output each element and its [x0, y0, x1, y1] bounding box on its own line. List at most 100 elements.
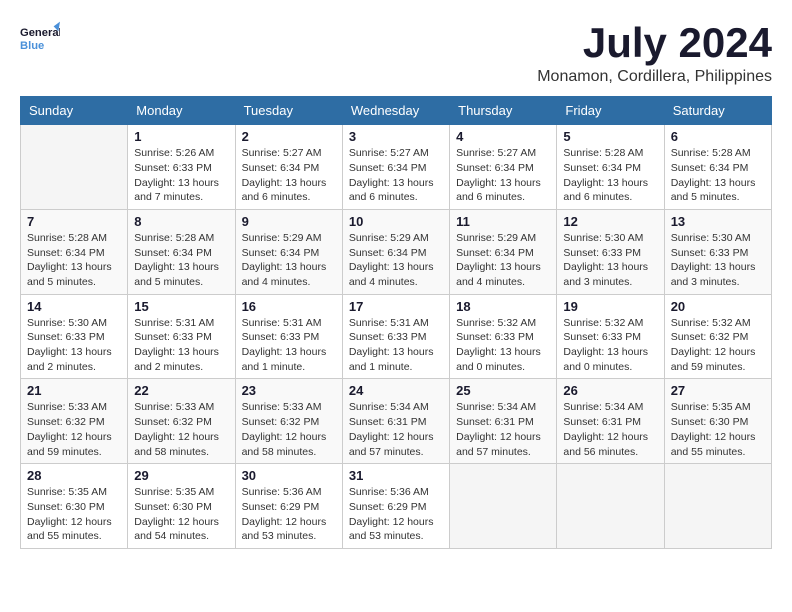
day-info: Sunrise: 5:28 AM Sunset: 6:34 PM Dayligh…	[134, 231, 228, 290]
weekday-header-saturday: Saturday	[664, 97, 771, 125]
calendar-cell: 5 Sunrise: 5:28 AM Sunset: 6:34 PM Daylig…	[557, 125, 664, 210]
day-info: Sunrise: 5:29 AM Sunset: 6:34 PM Dayligh…	[242, 231, 336, 290]
day-info: Sunrise: 5:31 AM Sunset: 6:33 PM Dayligh…	[134, 316, 228, 375]
day-number: 3	[349, 129, 443, 144]
calendar-cell	[21, 125, 128, 210]
day-info: Sunrise: 5:28 AM Sunset: 6:34 PM Dayligh…	[671, 146, 765, 205]
day-info: Sunrise: 5:30 AM Sunset: 6:33 PM Dayligh…	[671, 231, 765, 290]
day-info: Sunrise: 5:27 AM Sunset: 6:34 PM Dayligh…	[242, 146, 336, 205]
weekday-header-friday: Friday	[557, 97, 664, 125]
calendar-cell: 23Sunrise: 5:33 AM Sunset: 6:32 PM Dayli…	[235, 379, 342, 464]
calendar-cell	[557, 464, 664, 549]
calendar-cell: 9 Sunrise: 5:29 AM Sunset: 6:34 PM Daylig…	[235, 209, 342, 294]
weekday-header-sunday: Sunday	[21, 97, 128, 125]
page-header: General Blue July 2024 Monamon, Cordille…	[20, 20, 772, 86]
calendar-cell: 20 Sunrise: 5:32 AM Sunset: 6:32 PM Dayli…	[664, 294, 771, 379]
day-info: Sunrise: 5:27 AM Sunset: 6:34 PM Dayligh…	[456, 146, 550, 205]
day-number: 30	[242, 468, 336, 483]
week-row-2: 7 Sunrise: 5:28 AM Sunset: 6:34 PM Daylig…	[21, 209, 772, 294]
day-number: 9	[242, 214, 336, 229]
day-number: 1	[134, 129, 228, 144]
calendar-cell: 7 Sunrise: 5:28 AM Sunset: 6:34 PM Daylig…	[21, 209, 128, 294]
calendar-cell: 18 Sunrise: 5:32 AM Sunset: 6:33 PM Dayli…	[450, 294, 557, 379]
calendar-cell: 10Sunrise: 5:29 AM Sunset: 6:34 PM Dayli…	[342, 209, 449, 294]
day-number: 11	[456, 214, 550, 229]
calendar-cell: 31Sunrise: 5:36 AM Sunset: 6:29 PM Dayli…	[342, 464, 449, 549]
week-row-1: 1 Sunrise: 5:26 AM Sunset: 6:33 PM Daylig…	[21, 125, 772, 210]
day-number: 18	[456, 299, 550, 314]
week-row-4: 21 Sunrise: 5:33 AM Sunset: 6:32 PM Dayli…	[21, 379, 772, 464]
day-number: 8	[134, 214, 228, 229]
week-row-3: 14 Sunrise: 5:30 AM Sunset: 6:33 PM Dayli…	[21, 294, 772, 379]
day-info: Sunrise: 5:35 AM Sunset: 6:30 PM Dayligh…	[671, 400, 765, 459]
day-number: 12	[563, 214, 657, 229]
svg-text:Blue: Blue	[20, 40, 44, 52]
day-info: Sunrise: 5:34 AM Sunset: 6:31 PM Dayligh…	[563, 400, 657, 459]
day-number: 15	[134, 299, 228, 314]
day-number: 19	[563, 299, 657, 314]
week-row-5: 28Sunrise: 5:35 AM Sunset: 6:30 PM Dayli…	[21, 464, 772, 549]
calendar-table: SundayMondayTuesdayWednesdayThursdayFrid…	[20, 96, 772, 549]
day-info: Sunrise: 5:35 AM Sunset: 6:30 PM Dayligh…	[134, 485, 228, 544]
logo: General Blue	[20, 20, 60, 60]
day-number: 5	[563, 129, 657, 144]
day-number: 2	[242, 129, 336, 144]
day-number: 17	[349, 299, 443, 314]
location: Monamon, Cordillera, Philippines	[537, 68, 772, 86]
logo-icon: General Blue	[20, 20, 60, 60]
day-number: 4	[456, 129, 550, 144]
weekday-header-thursday: Thursday	[450, 97, 557, 125]
calendar-cell: 15 Sunrise: 5:31 AM Sunset: 6:33 PM Dayli…	[128, 294, 235, 379]
day-number: 13	[671, 214, 765, 229]
calendar-cell: 26 Sunrise: 5:34 AM Sunset: 6:31 PM Dayli…	[557, 379, 664, 464]
calendar-cell: 6 Sunrise: 5:28 AM Sunset: 6:34 PM Daylig…	[664, 125, 771, 210]
calendar-body: 1 Sunrise: 5:26 AM Sunset: 6:33 PM Daylig…	[21, 125, 772, 549]
day-info: Sunrise: 5:34 AM Sunset: 6:31 PM Dayligh…	[456, 400, 550, 459]
calendar-cell: 30 Sunrise: 5:36 AM Sunset: 6:29 PM Dayli…	[235, 464, 342, 549]
day-info: Sunrise: 5:28 AM Sunset: 6:34 PM Dayligh…	[563, 146, 657, 205]
day-info: Sunrise: 5:28 AM Sunset: 6:34 PM Dayligh…	[27, 231, 121, 290]
day-number: 6	[671, 129, 765, 144]
day-info: Sunrise: 5:30 AM Sunset: 6:33 PM Dayligh…	[27, 316, 121, 375]
calendar-cell: 4 Sunrise: 5:27 AM Sunset: 6:34 PM Daylig…	[450, 125, 557, 210]
day-number: 27	[671, 383, 765, 398]
day-number: 21	[27, 383, 121, 398]
day-info: Sunrise: 5:36 AM Sunset: 6:29 PM Dayligh…	[242, 485, 336, 544]
calendar-cell: 16 Sunrise: 5:31 AM Sunset: 6:33 PM Dayli…	[235, 294, 342, 379]
day-number: 23	[242, 383, 336, 398]
calendar-cell: 24Sunrise: 5:34 AM Sunset: 6:31 PM Dayli…	[342, 379, 449, 464]
svg-text:General: General	[20, 27, 60, 39]
day-info: Sunrise: 5:35 AM Sunset: 6:30 PM Dayligh…	[27, 485, 121, 544]
title-block: July 2024 Monamon, Cordillera, Philippin…	[537, 20, 772, 86]
day-number: 14	[27, 299, 121, 314]
day-info: Sunrise: 5:26 AM Sunset: 6:33 PM Dayligh…	[134, 146, 228, 205]
day-info: Sunrise: 5:32 AM Sunset: 6:33 PM Dayligh…	[456, 316, 550, 375]
calendar-cell: 27 Sunrise: 5:35 AM Sunset: 6:30 PM Dayli…	[664, 379, 771, 464]
calendar-cell: 25 Sunrise: 5:34 AM Sunset: 6:31 PM Dayli…	[450, 379, 557, 464]
calendar-cell: 28Sunrise: 5:35 AM Sunset: 6:30 PM Dayli…	[21, 464, 128, 549]
day-number: 16	[242, 299, 336, 314]
month-year: July 2024	[537, 20, 772, 66]
calendar-cell: 1 Sunrise: 5:26 AM Sunset: 6:33 PM Daylig…	[128, 125, 235, 210]
day-number: 20	[671, 299, 765, 314]
day-info: Sunrise: 5:31 AM Sunset: 6:33 PM Dayligh…	[242, 316, 336, 375]
day-number: 26	[563, 383, 657, 398]
day-number: 10	[349, 214, 443, 229]
day-info: Sunrise: 5:32 AM Sunset: 6:32 PM Dayligh…	[671, 316, 765, 375]
day-number: 31	[349, 468, 443, 483]
calendar-cell: 22Sunrise: 5:33 AM Sunset: 6:32 PM Dayli…	[128, 379, 235, 464]
day-info: Sunrise: 5:31 AM Sunset: 6:33 PM Dayligh…	[349, 316, 443, 375]
weekday-header-tuesday: Tuesday	[235, 97, 342, 125]
calendar-cell: 8 Sunrise: 5:28 AM Sunset: 6:34 PM Daylig…	[128, 209, 235, 294]
day-number: 7	[27, 214, 121, 229]
calendar-cell: 12Sunrise: 5:30 AM Sunset: 6:33 PM Dayli…	[557, 209, 664, 294]
weekday-header-wednesday: Wednesday	[342, 97, 449, 125]
calendar-cell: 14 Sunrise: 5:30 AM Sunset: 6:33 PM Dayli…	[21, 294, 128, 379]
day-number: 29	[134, 468, 228, 483]
calendar-cell: 11Sunrise: 5:29 AM Sunset: 6:34 PM Dayli…	[450, 209, 557, 294]
day-number: 25	[456, 383, 550, 398]
day-info: Sunrise: 5:32 AM Sunset: 6:33 PM Dayligh…	[563, 316, 657, 375]
day-info: Sunrise: 5:33 AM Sunset: 6:32 PM Dayligh…	[134, 400, 228, 459]
calendar-cell: 21Sunrise: 5:33 AM Sunset: 6:32 PM Dayli…	[21, 379, 128, 464]
calendar-cell: 19 Sunrise: 5:32 AM Sunset: 6:33 PM Dayli…	[557, 294, 664, 379]
